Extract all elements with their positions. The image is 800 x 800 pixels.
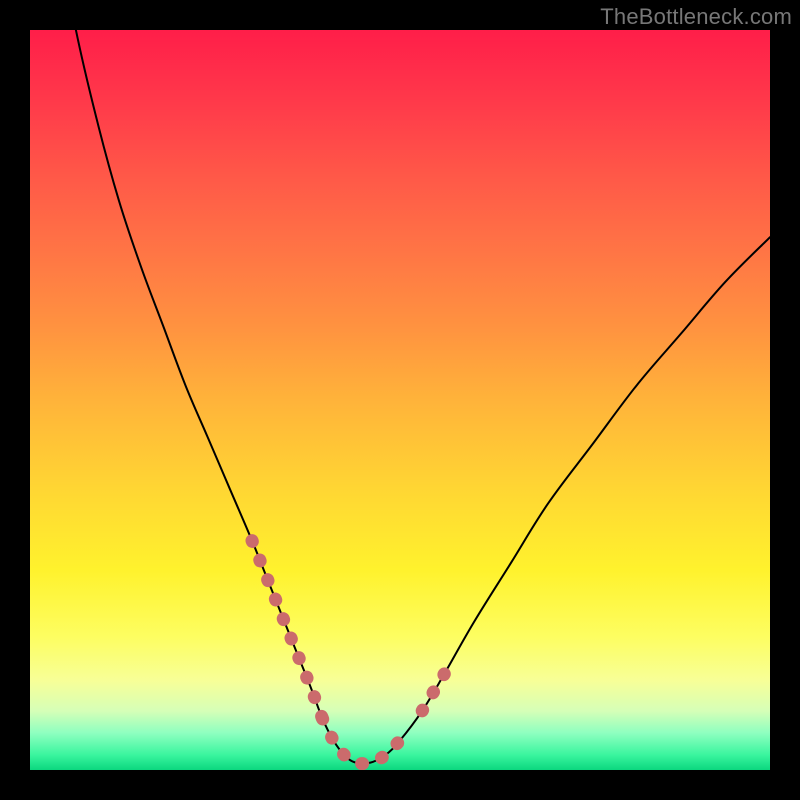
chart-stage: TheBottleneck.com <box>0 0 800 800</box>
curve-layer <box>30 30 770 770</box>
highlight-segments <box>252 541 444 764</box>
highlight-segment <box>322 718 400 763</box>
plot-area <box>30 30 770 770</box>
highlight-segment <box>422 674 444 711</box>
bottleneck-curve <box>30 30 770 764</box>
watermark-text: TheBottleneck.com <box>600 4 792 30</box>
